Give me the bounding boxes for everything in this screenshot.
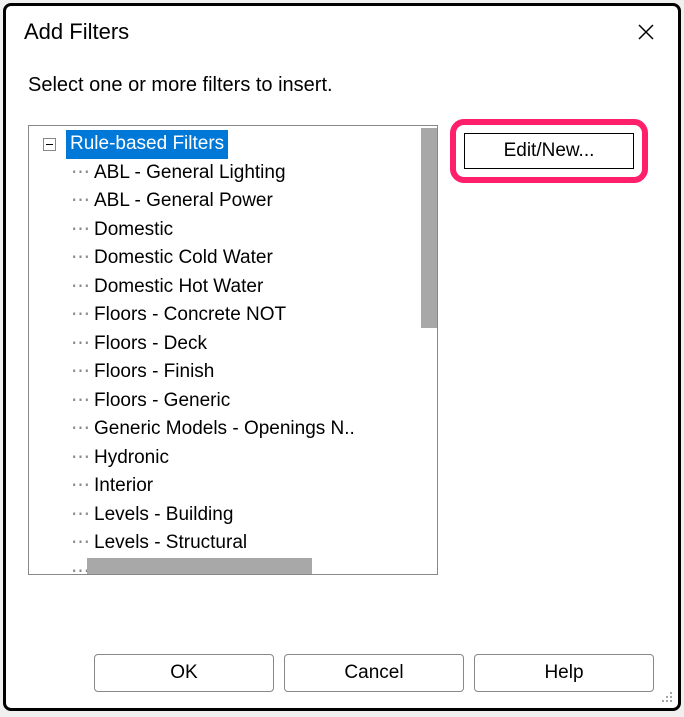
tree-item[interactable]: ⋯Levels - Building (71, 501, 437, 530)
tree-item[interactable]: ⋯Domestic (71, 216, 437, 245)
tree-item-label: Floors - Generic (94, 387, 230, 416)
tree-item-label: ABL - General Power (94, 187, 273, 216)
tree-item-label: Domestic (94, 216, 173, 245)
resize-grip-icon (658, 688, 674, 704)
tree-item[interactable]: ⋯Levels - Structural (71, 529, 437, 558)
close-button[interactable] (632, 18, 660, 46)
tree-item-connector-icon: ⋯ (71, 387, 90, 416)
tree-root-row[interactable]: Rule-based Filters (29, 130, 437, 159)
tree-item[interactable]: ⋯Domestic Cold Water (71, 244, 437, 273)
tree-item-label: Levels - Building (94, 501, 233, 530)
edit-new-button[interactable]: Edit/New... (464, 133, 634, 169)
tree-item[interactable]: ⋯Floors - Generic (71, 387, 437, 416)
tree-item-connector-icon: ⋯ (71, 244, 90, 273)
filter-tree[interactable]: Rule-based Filters ⋯ABL - General Lighti… (28, 125, 438, 575)
vertical-scrollbar[interactable] (421, 128, 437, 328)
tree-item-label: Domestic Hot Water (94, 273, 263, 302)
tree-item[interactable]: ⋯Domestic Hot Water (71, 273, 437, 302)
tree-item-connector-icon: ⋯ (71, 301, 90, 330)
tree-item-connector-icon: ⋯ (71, 444, 90, 473)
tree-item-label: Hydronic (94, 444, 169, 473)
collapse-icon[interactable] (43, 138, 56, 151)
tree-children: ⋯ABL - General Lighting⋯ABL - General Po… (29, 159, 437, 575)
horizontal-scrollbar[interactable] (87, 558, 312, 574)
tree-item-label: Interior (94, 472, 153, 501)
tree-item[interactable]: ⋯Floors - Finish (71, 358, 437, 387)
tree-item[interactable]: ⋯Generic Models - Openings N.. (71, 415, 437, 444)
close-icon (636, 22, 656, 42)
tree-item-connector-icon: ⋯ (71, 501, 90, 530)
dialog-title: Add Filters (24, 19, 129, 45)
tree-item-connector-icon: ⋯ (71, 472, 90, 501)
tree-item[interactable]: ⋯ABL - General Lighting (71, 159, 437, 188)
tree-item-connector-icon: ⋯ (71, 216, 90, 245)
highlight-annotation: Edit/New... (450, 119, 648, 183)
tree-root-label[interactable]: Rule-based Filters (66, 130, 228, 159)
tree-item-connector-icon: ⋯ (71, 330, 90, 359)
tree-item[interactable]: ⋯Hydronic (71, 444, 437, 473)
titlebar: Add Filters (6, 6, 678, 54)
tree-item-connector-icon: ⋯ (71, 529, 90, 558)
tree-item-label: Levels - Structural (94, 529, 247, 558)
tree-item[interactable]: ⋯Floors - Concrete NOT (71, 301, 437, 330)
side-panel: Edit/New... (450, 125, 656, 628)
main-area: Rule-based Filters ⋯ABL - General Lighti… (28, 125, 656, 628)
instruction-text: Select one or more filters to insert. (28, 74, 656, 97)
ok-button[interactable]: OK (94, 654, 274, 692)
tree-item-connector-icon: ⋯ (71, 159, 90, 188)
button-bar: OK Cancel Help (6, 638, 678, 708)
tree-item-label: Generic Models - Openings N.. (94, 415, 355, 444)
tree-item-label: Floors - Finish (94, 358, 214, 387)
tree-item-label: Domestic Cold Water (94, 244, 273, 273)
tree-item-connector-icon: ⋯ (71, 273, 90, 302)
cancel-button[interactable]: Cancel (284, 654, 464, 692)
tree-item-connector-icon: ⋯ (71, 415, 90, 444)
tree-item[interactable]: ⋯ABL - General Power (71, 187, 437, 216)
tree-item-label: ABL - General Lighting (94, 159, 286, 188)
tree-item-label: Floors - Deck (94, 330, 207, 359)
tree-item-connector-icon: ⋯ (71, 358, 90, 387)
tree-inner: Rule-based Filters ⋯ABL - General Lighti… (29, 126, 437, 574)
tree-item[interactable]: ⋯Interior (71, 472, 437, 501)
tree-item-label: Floors - Concrete NOT (94, 301, 286, 330)
dialog-content: Select one or more filters to insert. Ru… (6, 54, 678, 638)
tree-item-connector-icon: ⋯ (71, 187, 90, 216)
add-filters-dialog: Add Filters Select one or more filters t… (3, 3, 681, 711)
resize-grip[interactable] (658, 688, 674, 704)
tree-item[interactable]: ⋯Floors - Deck (71, 330, 437, 359)
help-button[interactable]: Help (474, 654, 654, 692)
